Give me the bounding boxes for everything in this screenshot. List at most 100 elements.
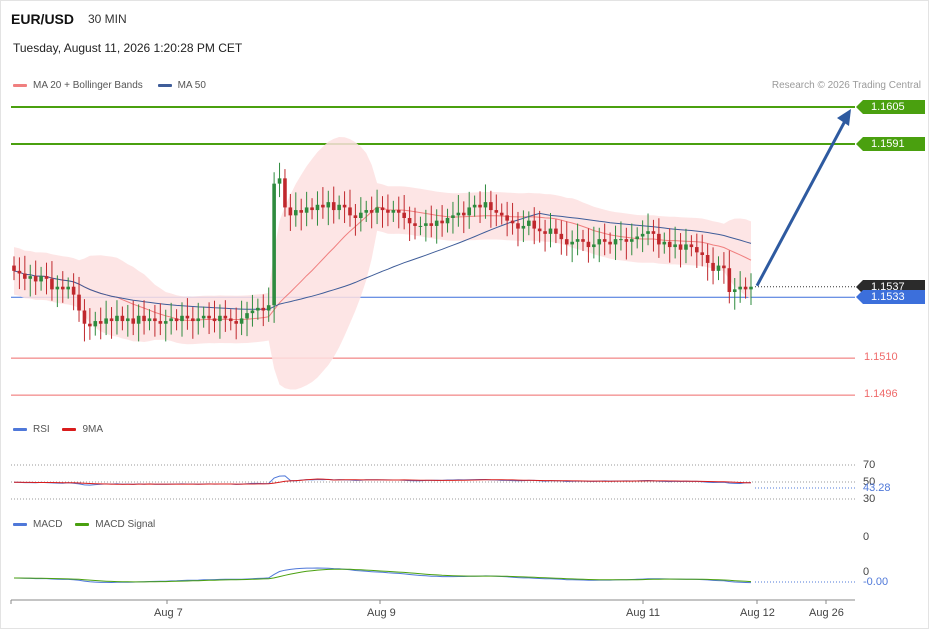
candle-body — [478, 204, 482, 208]
level-tag-1533: 1.1533 — [856, 290, 925, 305]
candle-body — [169, 318, 173, 322]
candle-body — [17, 270, 22, 274]
candle-body — [418, 225, 423, 227]
candle-body — [695, 247, 699, 253]
candle-body — [207, 315, 211, 319]
candle-body — [77, 294, 81, 311]
candle-body — [147, 318, 152, 322]
candle-body — [180, 315, 184, 322]
candle-body — [353, 215, 358, 218]
candle-body — [602, 239, 607, 242]
candle-body — [342, 204, 347, 208]
level-tag-1605: 1.1605 — [856, 100, 925, 114]
candle-body — [50, 278, 54, 290]
candle-body — [662, 241, 667, 245]
macd-line — [13, 567, 752, 584]
candle-body — [299, 210, 304, 213]
candle-body — [467, 207, 472, 216]
candle-body — [472, 204, 477, 208]
candle-body — [88, 323, 92, 327]
candle-body — [158, 321, 163, 324]
candle-body — [136, 315, 141, 324]
x-tick-aug12: Aug 12 — [740, 607, 775, 619]
candle-body — [689, 244, 694, 248]
candle-body — [651, 231, 656, 234]
candle-body — [391, 210, 396, 213]
bollinger-band — [14, 137, 751, 390]
candle-body — [283, 178, 287, 208]
candle-body — [250, 310, 255, 314]
candle-body — [635, 236, 639, 240]
candle-body — [613, 239, 618, 245]
candle-body — [218, 315, 222, 322]
candle-body — [700, 252, 705, 255]
candle-body — [93, 321, 98, 327]
candle-body — [44, 276, 49, 279]
candle-body — [510, 220, 515, 224]
candle-body — [440, 220, 444, 224]
candle-body — [619, 239, 623, 241]
macd-signal-line — [14, 568, 752, 583]
candle-body — [516, 223, 520, 229]
candle-body — [142, 315, 146, 322]
candle-body — [592, 244, 596, 248]
candle-body — [174, 318, 179, 322]
x-tick-aug11: Aug 11 — [626, 607, 661, 619]
candle-body — [407, 218, 412, 224]
x-tick-aug9: Aug 9 — [367, 607, 396, 619]
candle-body — [705, 255, 710, 263]
candle-body — [120, 315, 125, 322]
rsi-tick-70: 70 — [863, 459, 876, 471]
candle-body — [716, 265, 721, 271]
candle-body — [629, 239, 634, 242]
candle-body — [527, 220, 531, 226]
candle-body — [223, 315, 228, 319]
candle-body — [640, 233, 645, 237]
candle-body — [559, 233, 564, 240]
candle-body — [678, 244, 683, 250]
candle-body — [266, 305, 271, 311]
candle-body — [657, 233, 661, 245]
candle-body — [445, 218, 450, 224]
x-tick-aug7: Aug 7 — [154, 607, 183, 619]
candle-body — [429, 223, 434, 226]
candle-body — [288, 207, 293, 216]
candle-body — [321, 204, 325, 208]
candle-body — [581, 239, 585, 242]
candle-body — [537, 228, 542, 232]
candle-body — [711, 262, 715, 271]
candle-body — [126, 318, 130, 322]
candle-body — [304, 207, 309, 213]
candle-body — [624, 239, 629, 242]
rsi-ma-line — [13, 478, 752, 485]
level-label-1510: 1.1510 — [864, 351, 898, 364]
candle-body — [364, 210, 369, 213]
candle-body — [12, 265, 16, 271]
candle-body — [239, 318, 244, 324]
level-tag-1591: 1.1591 — [856, 137, 925, 151]
candle-body — [131, 318, 136, 324]
candle-body — [505, 215, 509, 221]
candle-body — [575, 239, 580, 242]
candle-body — [23, 273, 27, 279]
candle-body — [369, 210, 374, 213]
candle-body — [28, 276, 33, 279]
candle-body — [348, 207, 352, 216]
candle-body — [66, 286, 70, 290]
candle-body — [310, 207, 314, 211]
candle-body — [315, 204, 320, 211]
candle-body — [673, 244, 677, 248]
candle-body — [451, 215, 455, 218]
candle-body — [293, 210, 298, 216]
candle-body — [743, 286, 748, 290]
candle-body — [104, 318, 108, 324]
candle-body — [272, 183, 276, 306]
candle-body — [228, 318, 233, 322]
candle-body — [71, 286, 76, 295]
candle-body — [201, 315, 206, 319]
candle-body — [749, 286, 753, 290]
rsi-line — [13, 475, 751, 486]
candle-body — [380, 207, 385, 211]
candle-body — [456, 212, 461, 216]
projection-arrow-shaft — [755, 120, 847, 287]
